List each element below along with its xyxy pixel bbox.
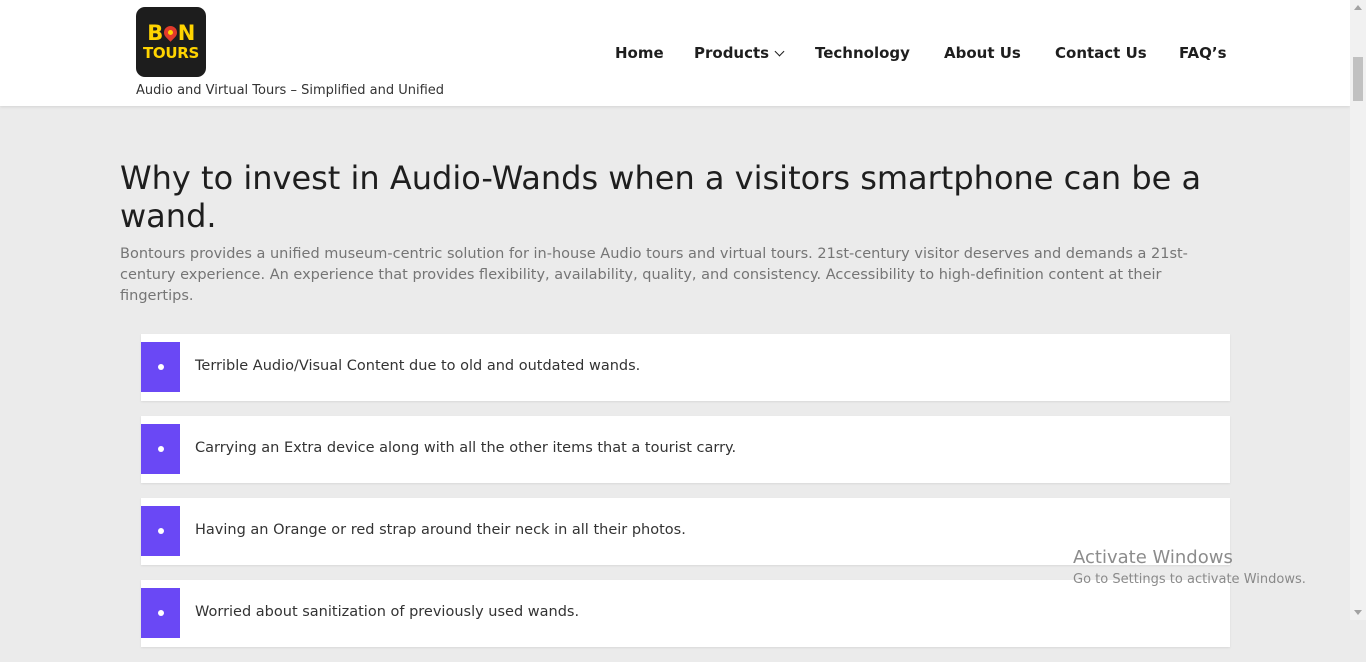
list-item: Terrible Audio/Visual Content due to old… bbox=[141, 334, 1230, 401]
activate-windows-watermark: Activate Windows Go to Settings to activ… bbox=[1073, 547, 1306, 589]
pain-points-list: Terrible Audio/Visual Content due to old… bbox=[141, 334, 1230, 662]
nav-products[interactable]: Products bbox=[694, 44, 785, 62]
nav-contact-us-label: Contact Us bbox=[1055, 44, 1147, 62]
scroll-down-arrow-icon[interactable] bbox=[1354, 610, 1362, 615]
nav-technology[interactable]: Technology bbox=[815, 44, 910, 62]
activate-windows-title: Activate Windows bbox=[1073, 547, 1233, 568]
main-navigation: Home Products Technology About Us Contac… bbox=[0, 44, 1350, 64]
site-header: BN TOURS Audio and Virtual Tours – Simpl… bbox=[0, 0, 1350, 106]
nav-about-us-label: About Us bbox=[944, 44, 1021, 62]
logo-letter-n: N bbox=[177, 21, 196, 45]
list-item-text: Having an Orange or red strap around the… bbox=[195, 522, 686, 538]
bullet-marker bbox=[141, 588, 180, 638]
chevron-down-icon bbox=[774, 46, 785, 57]
bullet-marker bbox=[141, 342, 180, 392]
nav-home-label: Home bbox=[615, 44, 664, 62]
nav-products-label: Products bbox=[694, 44, 770, 62]
bullet-dot-icon bbox=[157, 528, 164, 534]
bullet-marker bbox=[141, 506, 180, 556]
list-item-text: Terrible Audio/Visual Content due to old… bbox=[195, 358, 641, 374]
map-pin-icon bbox=[161, 23, 180, 42]
bullet-dot-icon bbox=[157, 446, 164, 452]
list-item: Having an Orange or red strap around the… bbox=[141, 498, 1230, 565]
section-intro: Bontours provides a unified museum-centr… bbox=[120, 246, 1188, 304]
bullet-marker bbox=[141, 424, 180, 474]
activate-windows-subtitle: Go to Settings to activate Windows. bbox=[1073, 572, 1306, 587]
nav-faqs-label: FAQ’s bbox=[1179, 44, 1227, 62]
bullet-dot-icon bbox=[157, 364, 164, 370]
list-item: Worried about sanitization of previously… bbox=[141, 580, 1230, 647]
scroll-up-arrow-icon[interactable] bbox=[1354, 5, 1362, 10]
page-scrollbar[interactable] bbox=[1350, 0, 1366, 620]
bontours-logo[interactable]: BN TOURS bbox=[136, 7, 206, 77]
scrollbar-thumb[interactable] bbox=[1353, 57, 1363, 101]
nav-home[interactable]: Home bbox=[615, 44, 664, 62]
list-item-text: Worried about sanitization of previously… bbox=[195, 604, 580, 620]
nav-contact-us[interactable]: Contact Us bbox=[1055, 44, 1147, 62]
section-headline: Why to invest in Audio-Wands when a visi… bbox=[120, 159, 1202, 235]
bullet-dot-icon bbox=[157, 610, 164, 616]
nav-about-us[interactable]: About Us bbox=[944, 44, 1021, 62]
site-tagline: Audio and Virtual Tours – Simplified and… bbox=[136, 83, 445, 98]
list-item: Carrying an Extra device along with all … bbox=[141, 416, 1230, 483]
nav-technology-label: Technology bbox=[815, 44, 910, 62]
logo-letter-b: B bbox=[147, 21, 163, 45]
logo-wordmark-top: BN bbox=[147, 23, 195, 44]
nav-faqs[interactable]: FAQ’s bbox=[1179, 44, 1227, 62]
list-item-text: Carrying an Extra device along with all … bbox=[195, 440, 737, 456]
